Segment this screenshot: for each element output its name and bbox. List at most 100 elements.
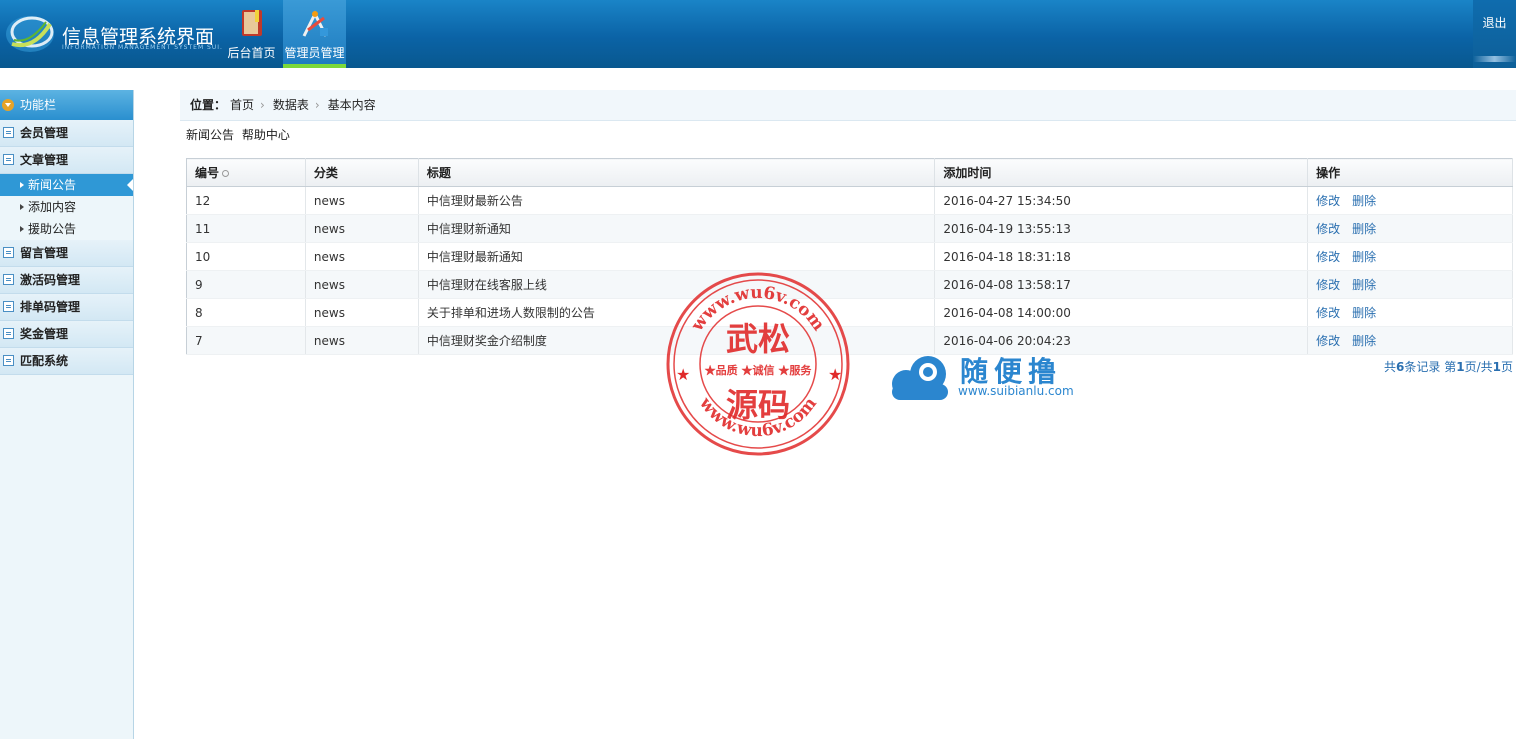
sidebar-item-aid-notice[interactable]: 援助公告 [0, 218, 133, 240]
cell-time: 2016-04-08 14:00:00 [934, 298, 1309, 327]
breadcrumb-basic-content[interactable]: 基本内容 [328, 90, 376, 120]
arrow-right-icon [20, 182, 24, 188]
table-row: 10 news 中信理财最新通知 2016-04-18 18:31:18 修改删… [186, 242, 1513, 271]
logout-button[interactable]: 退出 [1473, 0, 1516, 68]
collapse-icon[interactable] [2, 99, 14, 111]
pager-prefix: 共 [1384, 360, 1397, 374]
cell-title: 中信理财新通知 [418, 214, 936, 243]
sidebar-group-messages[interactable]: 留言管理 [0, 240, 133, 267]
stamp-big-text-1: 武松 [726, 320, 790, 358]
sidebar-group-matching[interactable]: 匹配系统 [0, 348, 133, 375]
cell-id: 11 [186, 214, 306, 243]
edit-link[interactable]: 修改 [1316, 334, 1340, 348]
cell-id: 8 [186, 298, 306, 327]
column-header-id[interactable]: 编号 [186, 158, 306, 187]
list-icon [3, 274, 14, 285]
cell-title: 中信理财最新公告 [418, 186, 936, 215]
breadcrumb-separator: › [260, 98, 265, 112]
pager-mid1: 条记录 第 [1404, 360, 1457, 374]
logout-glow [1473, 56, 1516, 62]
edit-icon [3, 247, 14, 258]
edit-link[interactable]: 修改 [1316, 194, 1340, 208]
stamp-mid-text: ★品质 ★诚信 ★服务 [705, 363, 813, 377]
cell-actions: 修改 删除 [1307, 214, 1513, 243]
breadcrumb-label: 位置： [190, 98, 227, 112]
sidebar-item-news[interactable]: 新闻公告 [0, 174, 133, 196]
cell-id: 10 [186, 242, 306, 271]
sidebar-item-label: 添加内容 [28, 200, 77, 214]
cell-actions: 修改 删除 [1307, 270, 1513, 299]
sidebar-group-bonus[interactable]: 奖金管理 [0, 321, 133, 348]
stamp-big-text-2: 源码 [726, 386, 790, 424]
cell-category: news [305, 270, 419, 299]
sidebar: 功能栏 会员管理 文章管理 新闻公告 添加内容 援助公告 留言管理 激活码管理 … [0, 90, 134, 739]
breadcrumb-datatable[interactable]: 数据表 [273, 90, 309, 120]
pagination-info: 共6条记录 第1页/共1页 [1384, 358, 1513, 375]
delete-link[interactable]: 删除 [1352, 222, 1376, 236]
delete-link[interactable]: 删除 [1352, 194, 1376, 208]
cell-actions: 修改 删除 [1307, 326, 1513, 355]
edit-icon [3, 154, 14, 165]
nav-item-admin[interactable]: 管理员管理 [283, 0, 346, 68]
pager-pages: 1 [1492, 360, 1501, 374]
arrow-right-icon [20, 226, 24, 232]
cell-time: 2016-04-18 18:31:18 [934, 242, 1309, 271]
edit-link[interactable]: 修改 [1316, 222, 1340, 236]
cell-category: news [305, 214, 419, 243]
sidebar-group-label: 奖金管理 [20, 327, 69, 341]
arrow-right-icon [20, 204, 24, 210]
star-icon: ★ [828, 365, 842, 384]
top-header: 信息管理系统界面 INFORMATION MANAGEMENT SYSTEM S… [0, 0, 1516, 68]
cell-actions: 修改 删除 [1307, 186, 1513, 215]
cell-category: news [305, 326, 419, 355]
edit-link[interactable]: 修改 [1316, 278, 1340, 292]
sidebar-item-label: 援助公告 [28, 222, 77, 236]
logout-label: 退出 [1482, 16, 1507, 30]
cell-category: news [305, 186, 419, 215]
app-subtitle: INFORMATION MANAGEMENT SYSTEM SUI. [62, 44, 223, 51]
edit-link[interactable]: 修改 [1316, 306, 1340, 320]
sidebar-group-queue-codes[interactable]: 排单码管理 [0, 294, 133, 321]
cloud-watermark: 随便撸 www.suibianlu.com [884, 350, 1084, 402]
tools-icon [302, 10, 328, 37]
book-icon [241, 10, 262, 36]
breadcrumb: 位置： 首页 › 数据表 › 基本内容 [180, 90, 1516, 121]
sidebar-group-label: 激活码管理 [20, 273, 81, 287]
star-icon: ★ [676, 365, 690, 384]
sidebar-group-label: 会员管理 [20, 126, 69, 140]
list-icon [3, 301, 14, 312]
sidebar-group-members[interactable]: 会员管理 [0, 120, 133, 147]
column-header-actions: 操作 [1307, 158, 1513, 187]
sidebar-header[interactable]: 功能栏 [0, 90, 133, 120]
breadcrumb-home[interactable]: 首页 [230, 90, 254, 120]
cell-actions: 修改 删除 [1307, 298, 1513, 327]
table-row: 12 news 中信理财最新公告 2016-04-27 15:34:50 修改删… [186, 186, 1513, 215]
cell-category: news [305, 242, 419, 271]
edit-link[interactable]: 修改 [1316, 250, 1340, 264]
nav-item-home[interactable]: 后台首页 [220, 0, 283, 68]
delete-link[interactable]: 删除 [1352, 306, 1376, 320]
cell-time: 2016-04-08 13:58:17 [934, 270, 1309, 299]
delete-link[interactable]: 删除 [1352, 278, 1376, 292]
sidebar-group-label: 文章管理 [20, 153, 69, 167]
tab-news[interactable]: 新闻公告 [186, 128, 234, 142]
pager-mid2: 页/共 [1464, 360, 1493, 374]
logo-icon [6, 16, 54, 52]
breadcrumb-separator: › [314, 98, 320, 112]
nav-label-home: 后台首页 [227, 46, 276, 60]
tab-help-center[interactable]: 帮助中心 [242, 128, 290, 142]
delete-link[interactable]: 删除 [1352, 250, 1376, 264]
sort-icon[interactable] [222, 170, 230, 177]
nav-label-admin: 管理员管理 [284, 46, 345, 60]
delete-link[interactable]: 删除 [1352, 334, 1376, 348]
sidebar-group-activation-codes[interactable]: 激活码管理 [0, 267, 133, 294]
sidebar-group-articles[interactable]: 文章管理 [0, 147, 133, 174]
app-logo: 信息管理系统界面 INFORMATION MANAGEMENT SYSTEM S… [0, 0, 222, 68]
list-icon [3, 355, 14, 366]
sidebar-item-add-content[interactable]: 添加内容 [0, 196, 133, 218]
table-row: 11 news 中信理财新通知 2016-04-19 13:55:13 修改 删除 [186, 214, 1513, 243]
category-tabs: 新闻公告 帮助中心 [186, 126, 294, 143]
sidebar-item-label: 新闻公告 [28, 178, 77, 192]
sidebar-group-label: 匹配系统 [20, 354, 69, 368]
list-icon [3, 328, 14, 339]
